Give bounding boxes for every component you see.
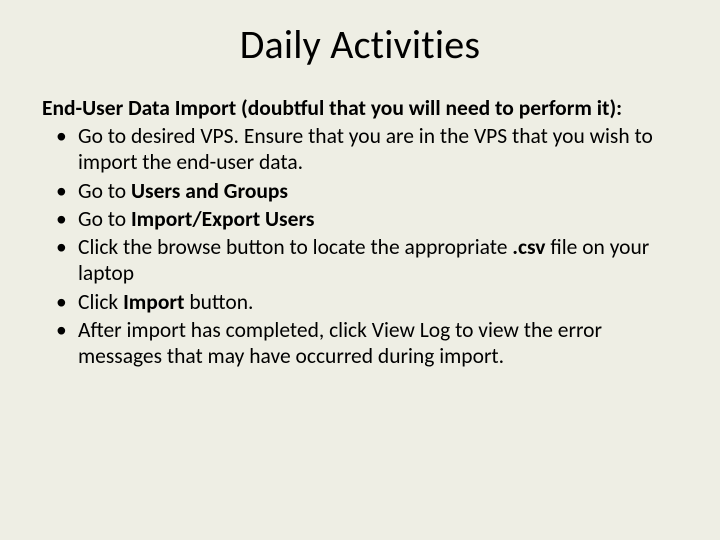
bullet-list: Go to desired VPS. Ensure that you are i… <box>42 123 678 369</box>
list-item: Go to desired VPS. Ensure that you are i… <box>76 123 678 175</box>
section-heading: End-User Data Import (doubtful that you … <box>42 95 678 121</box>
list-item-bold: Users and Groups <box>131 178 288 204</box>
list-item: Go to Users and Groups <box>76 178 678 204</box>
list-item: Click Import button. <box>76 289 678 315</box>
list-item-bold: Import <box>123 289 184 315</box>
list-item-text: Go to <box>78 206 131 232</box>
list-item-post: button. <box>184 289 253 315</box>
list-item: After import has completed, click View L… <box>76 317 678 369</box>
list-item-text: Click the browse button to locate the ap… <box>78 234 512 260</box>
slide-title: Daily Activities <box>42 20 678 69</box>
list-item-text: Go to <box>78 178 131 204</box>
list-item-bold: Import/Export Users <box>131 206 314 232</box>
list-item: Click the browse button to locate the ap… <box>76 234 678 286</box>
slide: Daily Activities End-User Data Import (d… <box>0 0 720 540</box>
list-item-text: After import has completed, click View L… <box>78 317 602 369</box>
list-item: Go to Import/Export Users <box>76 206 678 232</box>
list-item-bold: .csv <box>512 234 545 260</box>
list-item-text: Go to desired VPS. Ensure that you are i… <box>78 123 653 175</box>
list-item-text: Click <box>78 289 123 315</box>
